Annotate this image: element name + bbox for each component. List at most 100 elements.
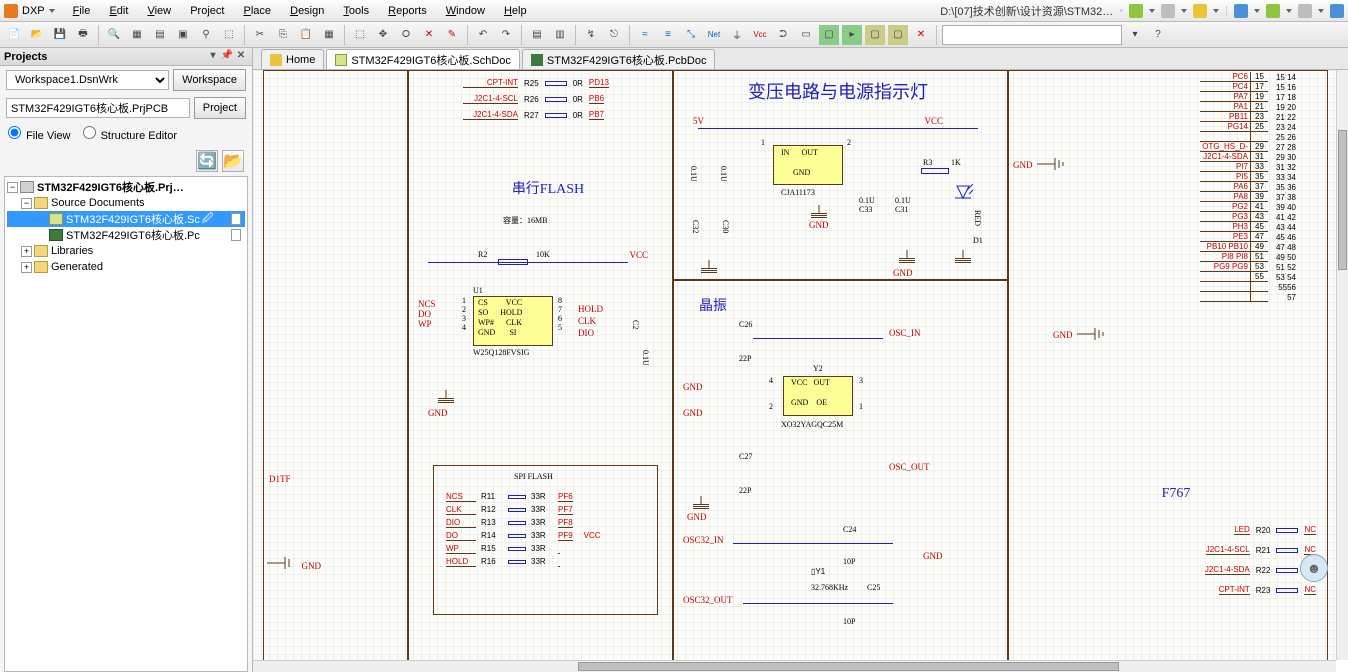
harness-button[interactable]: ▢ bbox=[865, 25, 885, 45]
workspace-combo[interactable]: Workspace1.DsnWrk bbox=[6, 70, 169, 90]
menu-file[interactable]: File bbox=[73, 5, 91, 17]
chevron-down-icon[interactable] bbox=[1254, 9, 1260, 13]
panel-pin-button[interactable]: 📌 bbox=[220, 50, 234, 64]
bus-entry-button[interactable]: ⤡ bbox=[681, 25, 701, 45]
chevron-down-icon[interactable] bbox=[1213, 9, 1219, 13]
workspace-button[interactable]: Workspace bbox=[173, 69, 246, 91]
f767-row: J2C1-4-SCL R21 NC bbox=[1156, 540, 1316, 560]
pin-row: 25 26 bbox=[1200, 132, 1296, 142]
save-button[interactable]: 💾 bbox=[50, 25, 70, 45]
fit-button[interactable]: ▣ bbox=[173, 25, 193, 45]
select-button[interactable]: ⬚ bbox=[350, 25, 370, 45]
open-button[interactable]: 📂 bbox=[27, 25, 47, 45]
schematic-canvas[interactable]: CPT-INT R25 0RPD13J2C1-4-SCL R26 0RPB6J2… bbox=[253, 70, 1336, 660]
assistant-bubble-icon[interactable]: ☻ bbox=[1300, 554, 1328, 582]
deselect-button[interactable]: ⭘ bbox=[396, 25, 416, 45]
menu-tools[interactable]: Tools bbox=[343, 5, 369, 17]
paste-button[interactable]: 📋 bbox=[296, 25, 316, 45]
tab-pcbdoc[interactable]: STM32F429IGT6核心板.PcbDoc bbox=[522, 49, 716, 69]
help-button[interactable]: ? bbox=[1148, 25, 1168, 45]
wire-button[interactable]: ≈ bbox=[635, 25, 655, 45]
pin-row: PA63735 36 bbox=[1200, 182, 1296, 192]
search-combo[interactable] bbox=[942, 25, 1122, 45]
project-tree[interactable]: − STM32F429IGT6核心板.Prj… − Source Documen… bbox=[4, 176, 248, 672]
vcc-button[interactable]: Vcc bbox=[750, 25, 770, 45]
projects-panel-header: Projects ▾ 📌 ✕ bbox=[0, 48, 252, 66]
grid-icon[interactable] bbox=[1330, 4, 1344, 18]
sheet-button[interactable]: ▤ bbox=[150, 25, 170, 45]
move-button[interactable]: ✥ bbox=[373, 25, 393, 45]
f767-row: CPT-INT R23 NC bbox=[1156, 580, 1316, 600]
menu-window[interactable]: Window bbox=[446, 5, 485, 17]
tab-home[interactable]: Home bbox=[261, 49, 324, 69]
sheet-entry-button[interactable]: ▸ bbox=[842, 25, 862, 45]
chevron-down-icon[interactable] bbox=[1286, 9, 1292, 13]
print-button[interactable]: 🖶 bbox=[73, 25, 93, 45]
layers-icon[interactable] bbox=[1298, 4, 1312, 18]
structure-editor-radio[interactable]: Structure Editor bbox=[83, 126, 177, 142]
panel-close-button[interactable]: ✕ bbox=[234, 50, 248, 64]
chevron-down-icon[interactable] bbox=[1318, 9, 1324, 13]
chevron-down-icon[interactable] bbox=[1149, 9, 1155, 13]
compile-button[interactable]: ▦ bbox=[127, 25, 147, 45]
menu-view[interactable]: View bbox=[147, 5, 171, 17]
tree-pcbdoc[interactable]: STM32F429IGT6核心板.Pc bbox=[7, 227, 245, 243]
horizontal-scrollbar[interactable] bbox=[253, 660, 1336, 672]
copy-button[interactable]: ⎘ bbox=[273, 25, 293, 45]
vertical-scrollbar[interactable] bbox=[1336, 70, 1348, 660]
refresh-button[interactable]: 🔄 bbox=[196, 150, 218, 172]
tree-schdoc[interactable]: STM32F429IGT6核心板.Sc🖉 bbox=[7, 211, 245, 227]
menu-reports[interactable]: Reports bbox=[388, 5, 427, 17]
tab-schdoc[interactable]: STM32F429IGT6核心板.SchDoc bbox=[326, 49, 520, 69]
dxp-menu[interactable]: DXP bbox=[4, 4, 55, 18]
zoom-in-button[interactable]: ⚲ bbox=[196, 25, 216, 45]
nav-back-icon[interactable] bbox=[1129, 4, 1143, 18]
tree-generated[interactable]: + Generated bbox=[7, 259, 245, 275]
scrollbar-thumb[interactable] bbox=[578, 662, 1120, 671]
flash-capacity-label: 容量：16MB bbox=[503, 215, 547, 226]
part-button[interactable]: ▭ bbox=[796, 25, 816, 45]
new-button[interactable]: 📄 bbox=[4, 25, 24, 45]
port-button[interactable]: ⮊ bbox=[773, 25, 793, 45]
fav-icon[interactable] bbox=[1266, 4, 1280, 18]
clear-button[interactable]: ✕ bbox=[419, 25, 439, 45]
preview-button[interactable]: 🔍 bbox=[104, 25, 124, 45]
pin-row: PG9 PG95351 52 bbox=[1200, 262, 1296, 272]
pin-row: PI73331 32 bbox=[1200, 162, 1296, 172]
find-button[interactable]: ✎ bbox=[442, 25, 462, 45]
panel-menu-button[interactable]: ▾ bbox=[206, 50, 220, 64]
combo-go-button[interactable]: ▾ bbox=[1125, 25, 1145, 45]
net-label-button[interactable]: Net bbox=[704, 25, 724, 45]
nav-forward-icon[interactable] bbox=[1161, 4, 1175, 18]
browse-button[interactable]: ⎋ bbox=[604, 25, 624, 45]
hierarchy-button[interactable]: ▤ bbox=[527, 25, 547, 45]
chart-icon[interactable] bbox=[1234, 4, 1248, 18]
undo-button[interactable]: ↶ bbox=[473, 25, 493, 45]
tree-root[interactable]: − STM32F429IGT6核心板.Prj… bbox=[7, 179, 245, 195]
f767-section-title: F767 bbox=[1136, 486, 1216, 502]
chevron-down-icon[interactable] bbox=[1181, 9, 1187, 13]
menu-project[interactable]: Project bbox=[190, 5, 224, 17]
menu-edit[interactable]: Edit bbox=[109, 5, 128, 17]
cross-probe-button[interactable]: ↯ bbox=[581, 25, 601, 45]
redo-button[interactable]: ↷ bbox=[496, 25, 516, 45]
menu-design[interactable]: Design bbox=[290, 5, 324, 17]
gnd-button[interactable]: ⏚ bbox=[727, 25, 747, 45]
sheet-symbol-button[interactable]: ▢ bbox=[819, 25, 839, 45]
menu-place[interactable]: Place bbox=[244, 5, 272, 17]
noerr-button[interactable]: ✕ bbox=[911, 25, 931, 45]
cut-button[interactable]: ✂ bbox=[250, 25, 270, 45]
project-field[interactable] bbox=[6, 98, 190, 118]
harness2-button[interactable]: ▢ bbox=[888, 25, 908, 45]
project-button[interactable]: Project bbox=[194, 97, 246, 119]
home-icon[interactable] bbox=[1193, 4, 1207, 18]
zoom-area-button[interactable]: ⬚ bbox=[219, 25, 239, 45]
hierarchy2-button[interactable]: ▥ bbox=[550, 25, 570, 45]
bus-button[interactable]: ≡ bbox=[658, 25, 678, 45]
scrollbar-thumb[interactable] bbox=[1338, 130, 1347, 270]
tree-libraries[interactable]: + Libraries bbox=[7, 243, 245, 259]
paste-array-button[interactable]: ▦ bbox=[319, 25, 339, 45]
open-doc-button[interactable]: 📂 bbox=[222, 150, 244, 172]
menu-help[interactable]: Help bbox=[504, 5, 527, 17]
file-view-radio[interactable]: File View bbox=[8, 126, 71, 142]
